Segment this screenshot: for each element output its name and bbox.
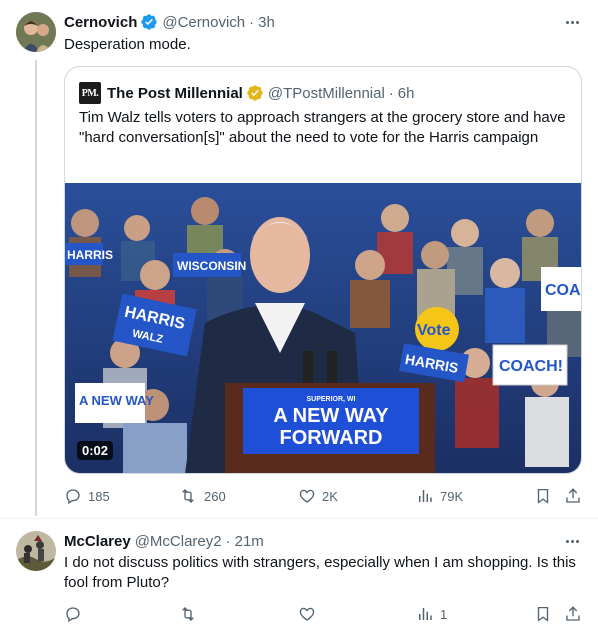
author-name[interactable]: Cernovich <box>64 14 137 31</box>
share-icon <box>566 488 580 503</box>
reply-text: I do not discuss politics with strangers… <box>64 554 576 591</box>
podium-line1: A NEW WAY <box>273 405 389 427</box>
bookmark-icon <box>537 488 549 504</box>
heart-icon <box>299 607 315 621</box>
podium-location: SUPERIOR, WI <box>306 396 355 403</box>
views-bar-chart-icon <box>419 490 432 502</box>
separator-dot: · <box>225 532 231 550</box>
reply-like-button[interactable] <box>298 603 322 625</box>
reply-icon <box>66 607 80 623</box>
reply-share-button[interactable] <box>564 603 582 625</box>
separator-dot: · <box>249 13 255 31</box>
tweet-divider <box>0 518 598 519</box>
views-bar-chart-icon <box>419 608 432 620</box>
views-button[interactable]: 79K <box>416 485 463 507</box>
bookmark-icon <box>537 606 549 622</box>
retweet-icon <box>182 489 194 503</box>
sign-harris: HARRIS <box>67 248 113 262</box>
thread-line <box>35 60 37 516</box>
reply-retweet-button[interactable] <box>178 603 204 625</box>
verified-badge-icon <box>140 13 158 31</box>
tweet-time[interactable]: 3h <box>258 14 275 31</box>
sign-vote: Vote <box>417 322 451 339</box>
reply-views-count: 1 <box>440 606 448 622</box>
reply-more-options-icon[interactable] <box>560 531 584 551</box>
quoted-text: Tim Walz tells voters to approach strang… <box>79 109 566 146</box>
video-duration-badge: 0:02 <box>77 441 114 460</box>
sign-a-new-way: A NEW WAY <box>79 393 154 408</box>
tweet-header: Cernovich @Cernovich · 3h <box>64 12 275 32</box>
post-millennial-avatar: PM. <box>79 82 101 104</box>
reply-icon <box>66 489 80 505</box>
author-handle[interactable]: @Cernovich <box>162 14 245 31</box>
heart-icon <box>299 489 315 503</box>
reply-reply-button[interactable] <box>64 603 88 625</box>
cernovich-avatar[interactable] <box>16 12 56 52</box>
quoted-time: 6h <box>397 84 415 102</box>
podium-line2: FORWARD <box>280 427 383 449</box>
sign-coa: COA <box>545 282 581 299</box>
reply-button[interactable]: 185 <box>64 485 110 507</box>
retweet-count: 260 <box>204 488 226 504</box>
reply-bookmark-button[interactable] <box>534 603 552 625</box>
sign-coach: COACH! <box>499 358 563 375</box>
reply-author-handle[interactable]: @McClarey2 <box>135 533 222 550</box>
retweet-button[interactable]: 260 <box>178 485 226 507</box>
share-button[interactable] <box>564 485 582 507</box>
quoted-author-name: The Post Millennial <box>107 84 243 102</box>
mcclarey-avatar[interactable] <box>16 531 56 571</box>
retweet-icon <box>182 607 194 621</box>
quoted-author-handle: @TPostMillennial <box>267 84 385 102</box>
reply-views-button[interactable]: 1 <box>416 603 447 625</box>
quoted-header: The Post Millennial @TPostMillennial · 6… <box>107 82 414 104</box>
tweet-text: Desperation mode. <box>64 36 191 53</box>
share-icon <box>566 606 580 621</box>
reply-count: 185 <box>88 488 110 504</box>
separator-dot: · <box>388 84 394 102</box>
like-button[interactable]: 2K <box>298 485 338 507</box>
tweet-actions: 185 260 2K 79K <box>64 485 584 507</box>
bookmark-button[interactable] <box>534 485 552 507</box>
reply-author-name[interactable]: McClarey <box>64 533 131 550</box>
verified-gold-badge-icon <box>246 84 264 102</box>
reply-header: McClarey @McClarey2 · 21m <box>64 531 264 551</box>
views-count: 79K <box>440 488 464 504</box>
sign-wisconsin: WISCONSIN <box>177 259 246 273</box>
reply-time[interactable]: 21m <box>235 533 264 550</box>
more-options-icon[interactable] <box>560 12 584 32</box>
quoted-tweet-card[interactable]: PM. The Post Millennial @TPostMillennial… <box>64 66 582 474</box>
video-player[interactable]: HARRIS HARRIS WALZ WISCONSIN COACH! Vote… <box>65 183 581 473</box>
reply-actions: 1 <box>64 603 584 625</box>
video-frame-image: HARRIS HARRIS WALZ WISCONSIN COACH! Vote… <box>65 183 581 473</box>
like-count: 2K <box>322 488 338 504</box>
